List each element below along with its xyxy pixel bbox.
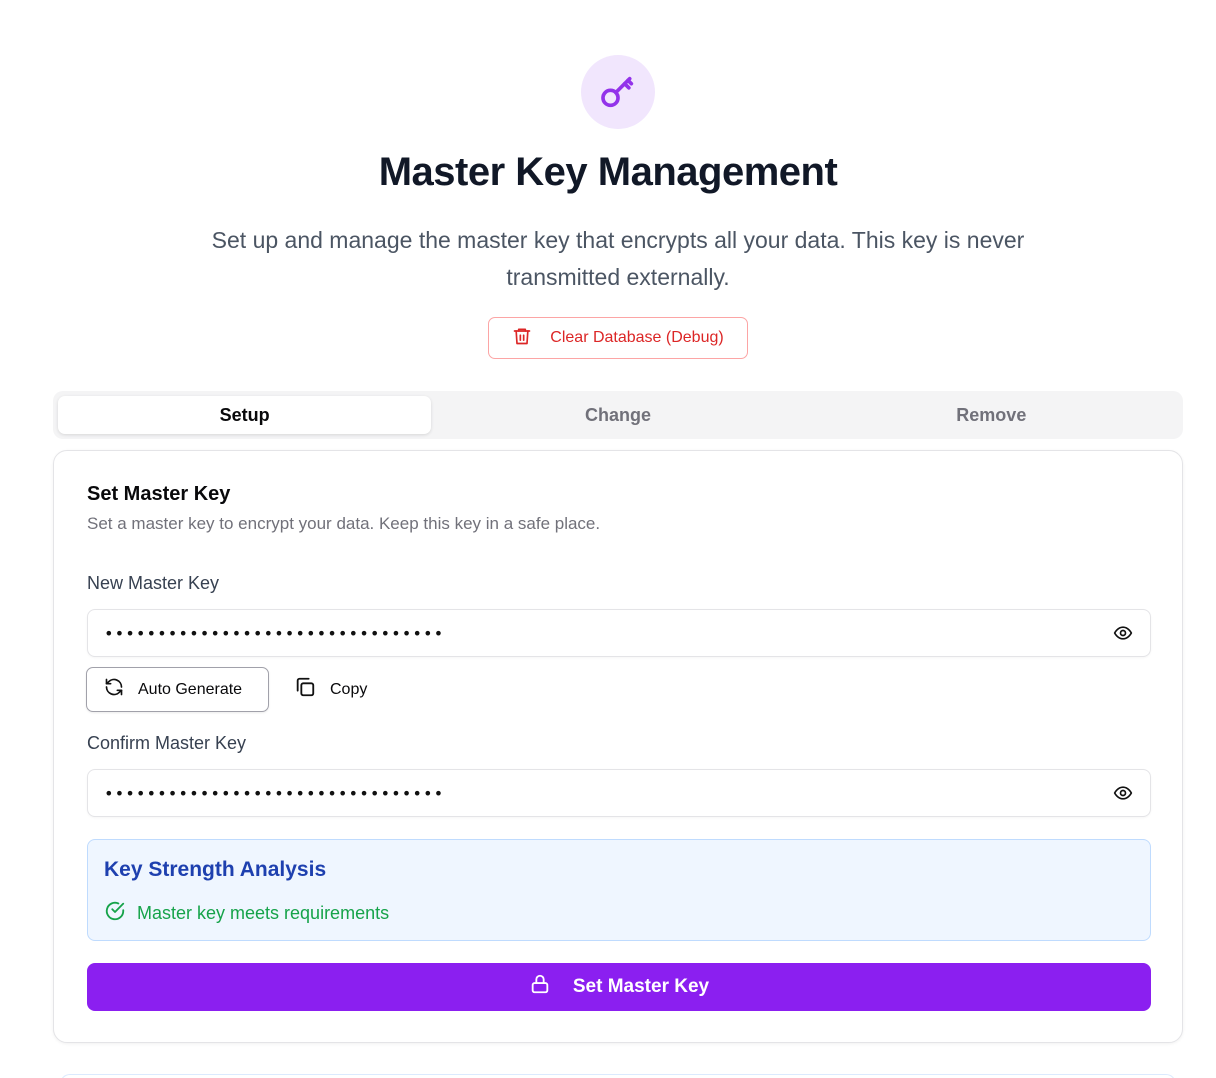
- new-master-key-field: [87, 609, 1151, 657]
- card-description: Set a master key to encrypt your data. K…: [87, 514, 601, 533]
- set-master-key-button[interactable]: Set Master Key: [87, 963, 1151, 1011]
- set-master-key-label: Set Master Key: [572, 976, 710, 997]
- strength-status: Master key meets requirements: [104, 900, 389, 927]
- refresh-icon: [104, 677, 124, 702]
- key-strength-panel: Key Strength Analysis Master key meets r…: [87, 839, 1151, 941]
- confirm-master-key-input[interactable]: [104, 783, 1112, 803]
- master-key-page: Master Key Management Set up and manage …: [0, 0, 1216, 1078]
- copy-icon: [294, 676, 316, 703]
- new-master-key-label: New Master Key: [87, 573, 220, 593]
- eye-icon[interactable]: [1112, 782, 1134, 804]
- card-title: Set Master Key: [87, 483, 231, 505]
- auto-generate-button[interactable]: Auto Generate: [86, 667, 269, 712]
- tab-remove[interactable]: Remove: [805, 396, 1178, 434]
- eye-icon[interactable]: [1112, 622, 1134, 644]
- strength-title: Key Strength Analysis: [104, 858, 327, 881]
- trash-icon: [512, 326, 532, 351]
- auto-generate-label: Auto Generate: [138, 680, 243, 698]
- strength-status-text: Master key meets requirements: [137, 903, 390, 923]
- new-master-key-input[interactable]: [104, 623, 1112, 643]
- key-tabs: Setup Change Remove: [53, 391, 1183, 439]
- copy-button[interactable]: Copy: [294, 667, 367, 712]
- next-card-edge: [60, 1074, 1176, 1078]
- check-circle-icon: [104, 900, 126, 927]
- clear-database-label: Clear Database (Debug): [550, 329, 724, 346]
- clear-database-button[interactable]: Clear Database (Debug): [488, 317, 748, 359]
- page-subtitle: Set up and manage the master key that en…: [211, 227, 1025, 290]
- copy-label: Copy: [330, 680, 368, 698]
- lock-icon: [529, 973, 551, 1001]
- tab-setup[interactable]: Setup: [58, 396, 432, 434]
- set-master-key-card: Set Master Key Set a master key to encry…: [53, 450, 1183, 1043]
- tab-change[interactable]: Change: [431, 396, 804, 434]
- confirm-master-key-field: [87, 769, 1151, 817]
- page-title: Master Key Management: [378, 150, 838, 194]
- key-icon: [581, 55, 655, 129]
- confirm-master-key-label: Confirm Master Key: [87, 733, 247, 753]
